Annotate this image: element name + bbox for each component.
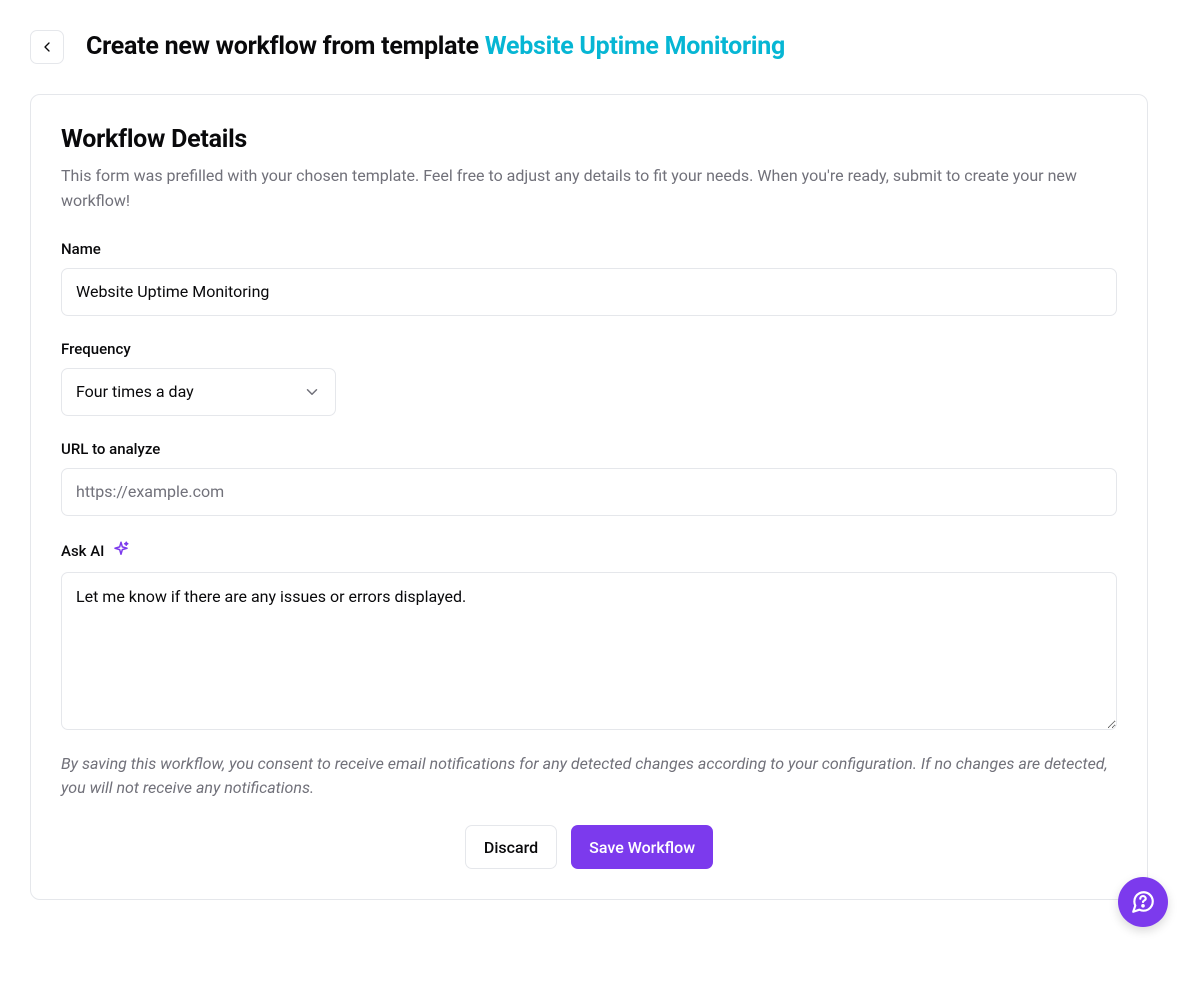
name-input[interactable]: [61, 268, 1117, 316]
askai-textarea[interactable]: [61, 572, 1117, 730]
chat-help-icon: [1130, 889, 1156, 915]
card-title: Workflow Details: [61, 125, 1117, 154]
url-field-group: URL to analyze: [61, 440, 1117, 516]
consent-text: By saving this workflow, you consent to …: [61, 752, 1117, 802]
page-header: Create new workflow from template Websit…: [0, 0, 1178, 94]
button-row: Discard Save Workflow: [61, 825, 1117, 869]
name-field-group: Name: [61, 240, 1117, 316]
frequency-label: Frequency: [61, 340, 1117, 358]
card-subtitle: This form was prefilled with your chosen…: [61, 164, 1117, 214]
workflow-details-card: Workflow Details This form was prefilled…: [30, 94, 1148, 900]
sparkle-icon: [112, 540, 130, 562]
chevron-left-icon: [39, 39, 55, 55]
askai-field-group: Ask AI: [61, 540, 1117, 734]
page-title-prefix: Create new workflow from template: [86, 32, 485, 61]
back-button[interactable]: [30, 30, 64, 64]
page-title: Create new workflow from template Websit…: [86, 32, 785, 62]
askai-label: Ask AI: [61, 542, 104, 560]
template-name-link[interactable]: Website Uptime Monitoring: [485, 32, 785, 61]
name-label: Name: [61, 240, 1117, 258]
save-button[interactable]: Save Workflow: [571, 825, 713, 869]
url-input[interactable]: [61, 468, 1117, 516]
frequency-select[interactable]: Four times a day: [61, 368, 336, 416]
help-fab[interactable]: [1118, 877, 1168, 927]
chevron-down-icon: [303, 383, 321, 401]
frequency-selected-value: Four times a day: [76, 382, 194, 401]
frequency-field-group: Frequency Four times a day: [61, 340, 1117, 416]
discard-button[interactable]: Discard: [465, 825, 557, 869]
url-label: URL to analyze: [61, 440, 1117, 458]
